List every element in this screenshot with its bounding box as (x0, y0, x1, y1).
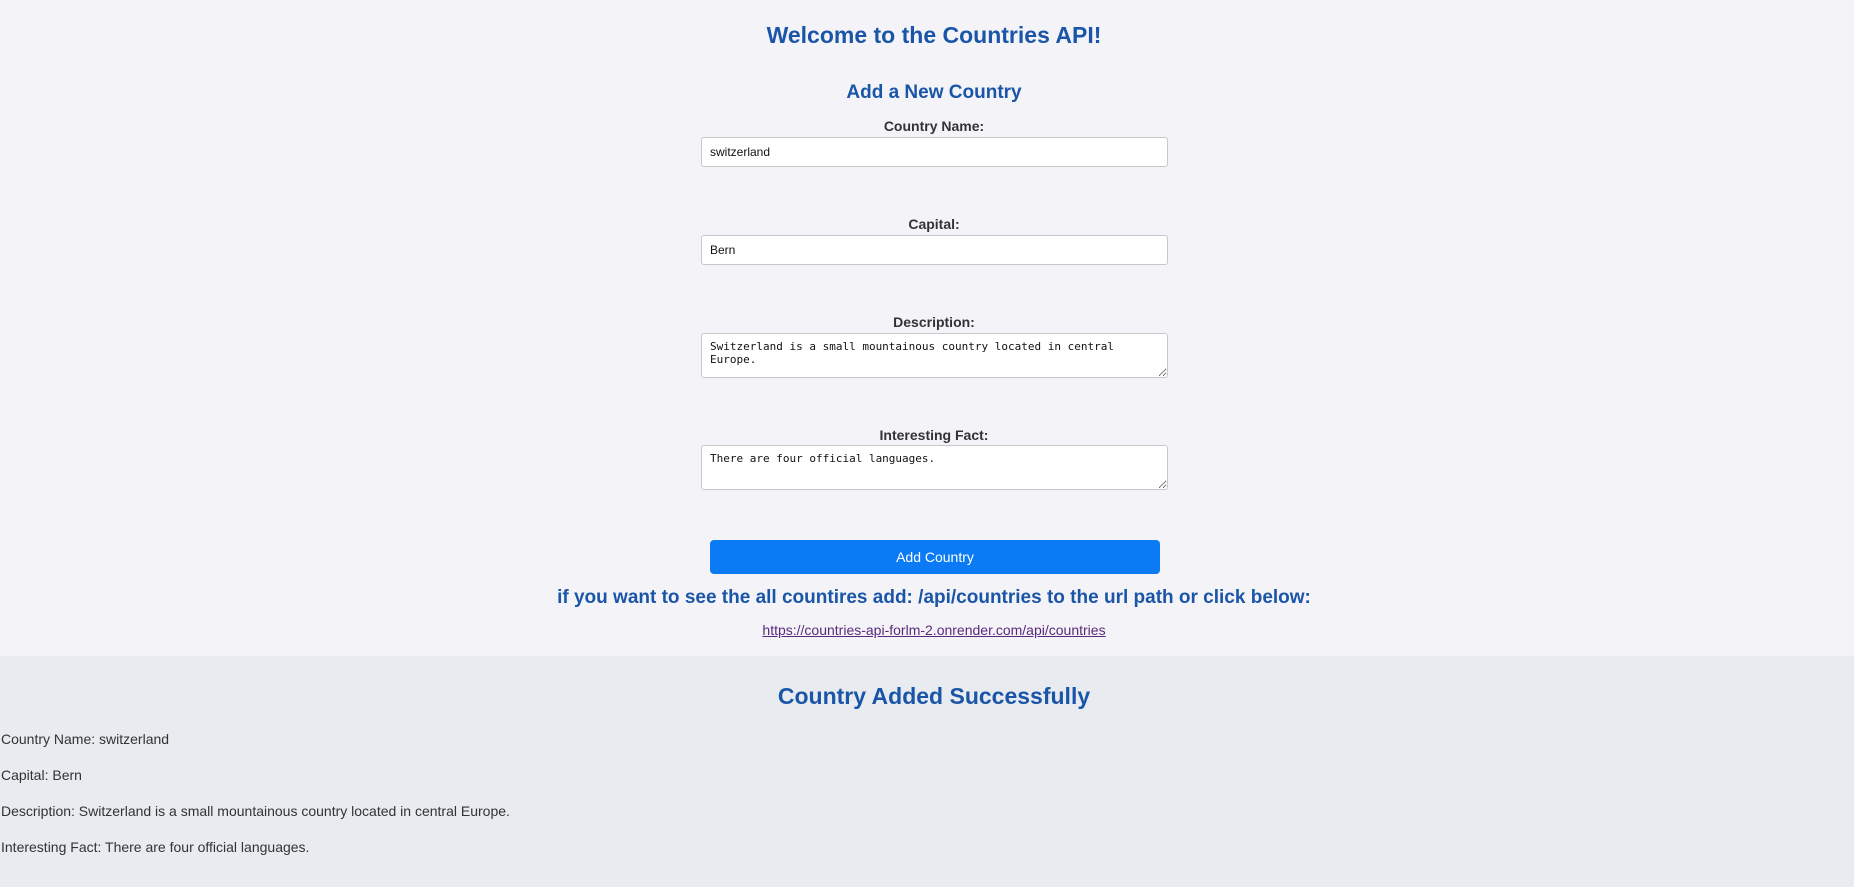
form-section: Welcome to the Countries API! Add a New … (0, 0, 1854, 656)
result-capital: Capital: Bern (1, 767, 82, 783)
description-label: Description: (893, 314, 975, 330)
description-textarea[interactable]: Switzerland is a small mountainous count… (701, 333, 1168, 378)
country-name-label: Country Name: (883, 118, 985, 134)
api-countries-link[interactable]: https://countries-api-forlm-2.onrender.c… (762, 622, 1105, 638)
country-name-input[interactable] (701, 137, 1168, 167)
result-section: Country Added Successfully Country Name:… (0, 656, 1854, 887)
result-country-name: Country Name: switzerland (1, 731, 170, 747)
form-title: Add a New Country (846, 82, 1022, 103)
result-description: Description: Switzerland is a small moun… (1, 803, 510, 819)
page-title: Welcome to the Countries API! (766, 22, 1102, 48)
result-title: Country Added Successfully (777, 683, 1091, 709)
interesting-fact-label: Interesting Fact: (879, 427, 989, 443)
add-country-button[interactable]: Add Country (710, 540, 1160, 574)
capital-input[interactable] (701, 235, 1168, 265)
interesting-fact-textarea[interactable]: There are four official languages. (701, 445, 1168, 490)
api-hint-text: if you want to see the all countires add… (557, 587, 1311, 608)
api-link-container: https://countries-api-forlm-2.onrender.c… (0, 622, 1854, 638)
capital-label: Capital: (908, 216, 960, 232)
result-interesting-fact: Interesting Fact: There are four officia… (1, 839, 310, 855)
